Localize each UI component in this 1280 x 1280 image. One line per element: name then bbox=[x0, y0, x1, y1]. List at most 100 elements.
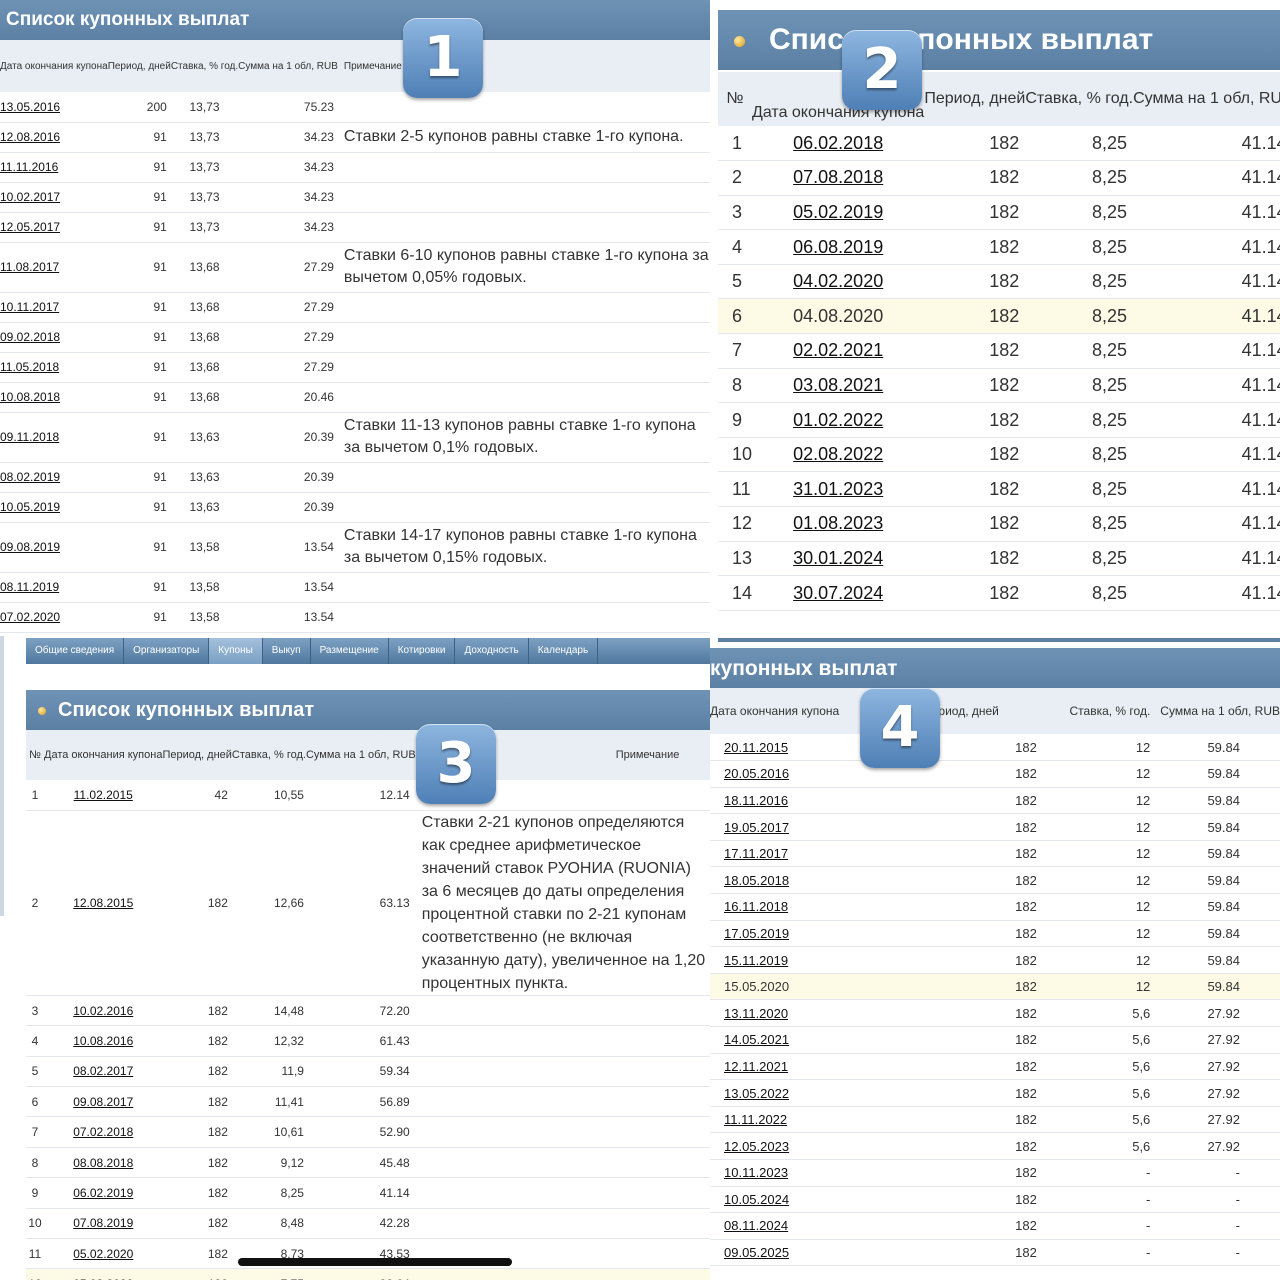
coupon-date-link[interactable]: 10.08.2016 bbox=[73, 1034, 133, 1048]
period-cell: 182 bbox=[924, 575, 1026, 611]
coupon-date-link[interactable]: 10.11.2023 bbox=[724, 1165, 788, 1180]
coupon-date-link[interactable]: 14.05.2021 bbox=[724, 1032, 789, 1047]
coupon-date-link[interactable]: 01.08.2023 bbox=[793, 513, 883, 533]
coupon-date-link[interactable]: 06.02.2018 bbox=[793, 133, 883, 153]
tab-7[interactable]: Календарь bbox=[529, 638, 599, 664]
coupon-date-link[interactable]: 15.11.2019 bbox=[724, 953, 788, 968]
coupon-date-link[interactable]: 05.02.2019 bbox=[793, 202, 883, 222]
coupon-date-link[interactable]: 18.05.2018 bbox=[724, 873, 789, 888]
coupon-date-link[interactable]: 11.02.2015 bbox=[74, 788, 133, 802]
coupon-date-link[interactable]: 06.02.2019 bbox=[73, 1186, 133, 1200]
sum-cell: - bbox=[1160, 1239, 1280, 1267]
note-cell: Ставки 6-10 купонов равны ставке 1-го ку… bbox=[337, 242, 710, 293]
coupon-date-link[interactable]: 12.08.2016 bbox=[0, 130, 60, 144]
number-cell: 12 bbox=[26, 1268, 44, 1280]
period-cell: 182 bbox=[839, 840, 1041, 868]
coupon-date-link[interactable]: 12.05.2017 bbox=[0, 220, 60, 234]
rate-cell: 8,25 bbox=[1025, 437, 1134, 473]
coupon-date-link[interactable]: 07.02.2020 bbox=[0, 610, 60, 624]
coupon-date-link[interactable]: 08.11.2024 bbox=[724, 1218, 788, 1233]
tab-5[interactable]: Котировки bbox=[389, 638, 456, 664]
table-row: 20.05.2016 182 12 59.84 bbox=[710, 760, 1280, 788]
tab-3[interactable]: Выкуп bbox=[263, 638, 311, 664]
table-row: 12.08.2016 91 13,73 34.23 Ставки 2-5 купонов… bbox=[0, 122, 710, 153]
coupon-date-link[interactable]: 09.08.2019 bbox=[0, 540, 60, 554]
period-cell: 182 bbox=[924, 402, 1026, 438]
tab-1[interactable]: Организаторы bbox=[124, 638, 210, 664]
coupon-date-link[interactable]: 09.05.2025 bbox=[724, 1245, 789, 1260]
coupon-date-link[interactable]: 11.08.2017 bbox=[0, 260, 59, 274]
coupon-date-link[interactable]: 20.11.2015 bbox=[724, 740, 788, 755]
coupon-date-link[interactable]: 10.08.2018 bbox=[0, 390, 60, 404]
rate-cell: 13,68 bbox=[170, 352, 239, 383]
coupon-date-link[interactable]: 02.08.2022 bbox=[793, 444, 883, 464]
coupon-date-link[interactable]: 13.05.2022 bbox=[724, 1086, 789, 1101]
coupon-date-link[interactable]: 13.11.2020 bbox=[724, 1006, 788, 1021]
sum-cell: 41.14 bbox=[1133, 160, 1280, 196]
coupon-date-link[interactable]: 07.08.2019 bbox=[73, 1216, 133, 1230]
coupon-date-link[interactable]: 12.11.2021 bbox=[724, 1059, 788, 1074]
coupon-date-link[interactable]: 11.11.2022 bbox=[724, 1112, 787, 1127]
coupon-date-link[interactable]: 01.02.2022 bbox=[793, 410, 883, 430]
tab-2[interactable]: Купоны bbox=[209, 638, 263, 664]
sum-cell: 41.14 bbox=[1133, 368, 1280, 404]
coupon-date-link[interactable]: 07.02.2018 bbox=[73, 1125, 133, 1139]
sum-cell: 63.13 bbox=[305, 810, 416, 996]
coupon-date-link[interactable]: 12.05.2023 bbox=[724, 1139, 789, 1154]
period-cell: 182 bbox=[924, 195, 1026, 231]
coupon-date-link[interactable]: 11.11.2016 bbox=[0, 160, 58, 174]
coupon-date-cell: 09.05.2025 bbox=[710, 1239, 840, 1267]
coupon-date-link[interactable]: 11.05.2018 bbox=[0, 360, 59, 374]
coupon-date-link[interactable]: 20.05.2016 bbox=[724, 766, 789, 781]
coupon-date-link[interactable]: 03.08.2021 bbox=[793, 375, 883, 395]
coupon-date-link[interactable]: 09.02.2018 bbox=[0, 330, 60, 344]
coupon-date-link[interactable]: 04.02.2020 bbox=[793, 271, 883, 291]
coupon-date-link[interactable]: 10.05.2024 bbox=[724, 1192, 789, 1207]
coupon-date-link[interactable]: 10.11.2017 bbox=[0, 300, 59, 314]
rate-cell: 12,32 bbox=[231, 1025, 306, 1057]
coupon-date-link[interactable]: 09.11.2018 bbox=[0, 430, 59, 444]
coupon-date-link[interactable]: 08.02.2017 bbox=[73, 1064, 133, 1078]
rate-cell: 12,66 bbox=[231, 810, 306, 996]
period-cell: 182 bbox=[924, 126, 1026, 162]
sum-cell: 20.39 bbox=[238, 412, 338, 463]
tab-6[interactable]: Доходность bbox=[455, 638, 529, 664]
coupon-date-link[interactable]: 30.01.2024 bbox=[793, 548, 883, 568]
period-cell: 182 bbox=[924, 368, 1026, 404]
coupon-date-link[interactable]: 17.05.2019 bbox=[724, 926, 789, 941]
coupon-date-link[interactable]: 05.02.2020 bbox=[73, 1247, 133, 1261]
tab-4[interactable]: Размещение bbox=[311, 638, 389, 664]
coupon-date-link[interactable]: 06.08.2019 bbox=[793, 237, 883, 257]
coupon-date-cell: 06.08.2019 bbox=[752, 229, 925, 265]
coupon-date-link[interactable]: 13.05.2016 bbox=[0, 100, 60, 114]
coupon-date-link[interactable]: 08.11.2019 bbox=[0, 580, 59, 594]
coupon-date-link[interactable]: 08.02.2019 bbox=[0, 470, 60, 484]
period-cell: 182 bbox=[839, 1212, 1041, 1240]
table-row: 12.11.2021 182 5,6 27.92 bbox=[710, 1053, 1280, 1081]
sum-cell: 13.54 bbox=[238, 572, 338, 603]
coupon-date-link[interactable]: 02.02.2021 bbox=[793, 340, 883, 360]
coupon-date-link[interactable]: 19.05.2017 bbox=[724, 820, 789, 835]
coupon-date-link[interactable]: 30.07.2024 bbox=[793, 583, 883, 603]
scrollbar[interactable] bbox=[238, 1258, 512, 1266]
sum-cell: 41.14 bbox=[1133, 506, 1280, 542]
coupon-date-link[interactable]: 07.08.2018 bbox=[793, 167, 883, 187]
coupon-date-link[interactable]: 31.01.2023 bbox=[793, 479, 883, 499]
coupon-date-link[interactable]: 10.02.2017 bbox=[0, 190, 60, 204]
coupon-date-link[interactable]: 10.02.2016 bbox=[73, 1004, 133, 1018]
coupon-date-link[interactable]: 10.05.2019 bbox=[0, 500, 60, 514]
coupon-date-link[interactable]: 18.11.2016 bbox=[724, 793, 788, 808]
period-cell: 182 bbox=[162, 1177, 232, 1209]
sum-cell: 59.34 bbox=[305, 1056, 416, 1088]
period-cell: 91 bbox=[107, 412, 171, 463]
coupon-date-cell: 04.08.2020 bbox=[752, 298, 925, 335]
coupon-date-link[interactable]: 09.08.2017 bbox=[73, 1095, 133, 1109]
rate-cell: 13,63 bbox=[170, 412, 239, 463]
coupon-date-link[interactable]: 08.08.2018 bbox=[73, 1156, 133, 1170]
coupon-date-link[interactable]: 16.11.2018 bbox=[724, 899, 788, 914]
coupon-date-cell: 07.08.2018 bbox=[752, 160, 925, 196]
coupon-date-link[interactable]: 17.11.2017 bbox=[724, 846, 788, 861]
coupon-date-link[interactable]: 12.08.2015 bbox=[73, 896, 133, 910]
coupon-date-cell: 12.05.2023 bbox=[710, 1132, 840, 1160]
tab-0[interactable]: Общие сведения bbox=[26, 638, 125, 664]
